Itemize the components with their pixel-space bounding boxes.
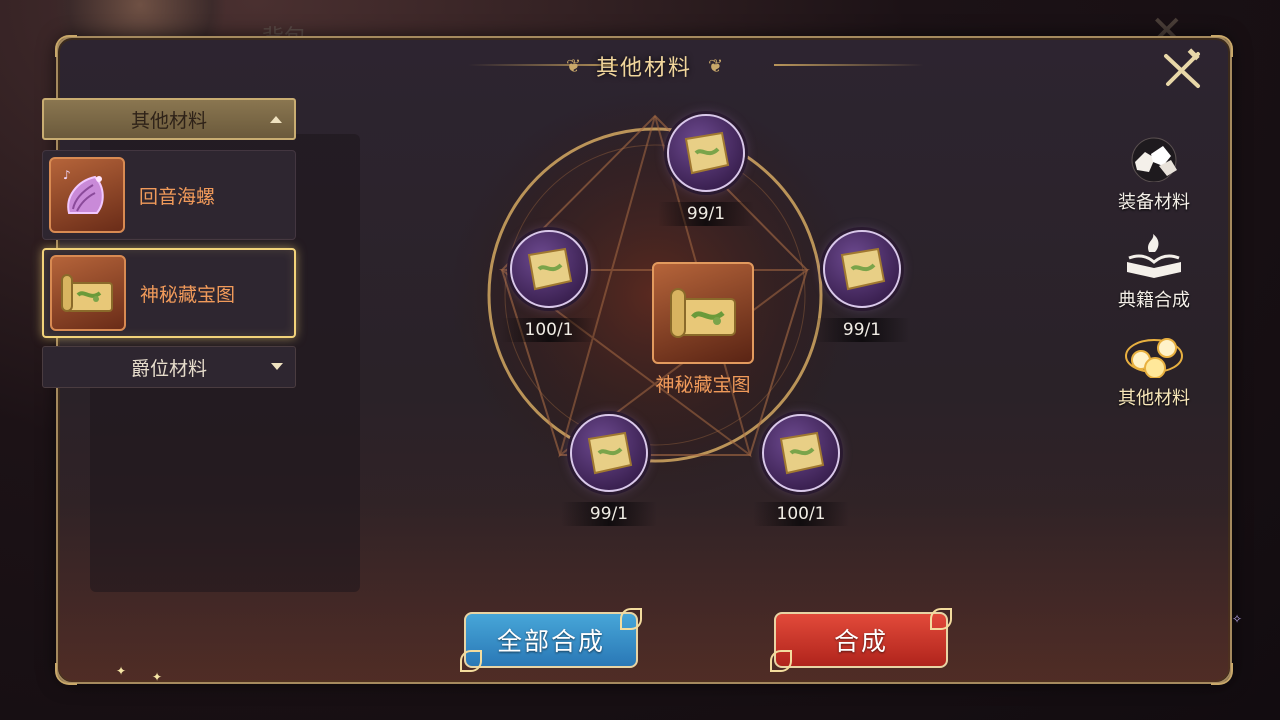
material-count: 99/1 (561, 502, 657, 526)
map-fragment-icon (587, 431, 633, 475)
list-item-label: 神秘藏宝图 (140, 283, 236, 306)
material-count: 100/1 (501, 318, 597, 342)
result-item-slot[interactable] (652, 262, 754, 364)
list-item-label: 回音海螺 (139, 185, 216, 208)
synthesize-label: 合成 (833, 627, 888, 656)
panel-title: 其他材料 (595, 56, 692, 81)
synthesize-all-button[interactable]: 全部合成 (460, 608, 642, 672)
treasure-map-icon (50, 255, 126, 331)
sparkle-icon: ✧ (1232, 612, 1243, 626)
material-count: 99/1 (658, 202, 754, 226)
button-corner-ornament (770, 650, 792, 672)
button-corner-ornament (460, 650, 482, 672)
golden-orbs-icon (1125, 338, 1183, 379)
sparkle-icon: ✦ (116, 664, 127, 678)
close-button[interactable] (1160, 48, 1204, 92)
category-header-label: 爵位材料 (130, 357, 207, 380)
side-tab-equipment-materials[interactable]: 装备材料 (1106, 134, 1202, 214)
material-node-bottom-left[interactable] (570, 414, 648, 492)
svg-text:♪: ♪ (63, 168, 71, 182)
side-tab-classics-synthesis[interactable]: 典籍合成 (1106, 232, 1202, 312)
side-tab-label: 装备材料 (1118, 192, 1190, 213)
category-header-label: 其他材料 (130, 109, 207, 132)
side-tab-label: 其他材料 (1118, 388, 1190, 409)
treasure-map-scroll-icon (670, 288, 736, 338)
expand-arrow-icon (271, 363, 283, 370)
result-item-label: 神秘藏宝图 (655, 374, 751, 396)
open-book-icon (1127, 234, 1181, 278)
ore-chunks-icon (1131, 137, 1177, 183)
button-corner-ornament (930, 608, 952, 630)
material-node-bottom-right[interactable] (762, 414, 840, 492)
collapse-arrow-icon (270, 116, 282, 123)
category-header-rank-materials[interactable]: 爵位材料 (42, 346, 296, 388)
material-node-right[interactable] (823, 230, 901, 308)
material-node-top[interactable] (667, 114, 745, 192)
map-fragment-icon (684, 131, 730, 175)
sparkle-icon: ✦ (152, 670, 163, 684)
category-header-other-materials[interactable]: 其他材料 (42, 98, 296, 140)
material-count: 99/1 (814, 318, 910, 342)
side-tab-other-materials[interactable]: 其他材料 (1106, 330, 1202, 410)
list-item-mysterious-treasure-map[interactable]: 神秘藏宝图 (42, 248, 296, 338)
side-tab-label: 典籍合成 (1118, 290, 1190, 311)
synthesize-button[interactable]: 合成 (770, 608, 952, 672)
crossed-swords-close-icon (1164, 48, 1200, 88)
material-count: 100/1 (753, 502, 849, 526)
title-bar: 其他材料 (58, 50, 1230, 82)
game-screen: 背包 ✕ ❦ ❦ 其他材料 其他材料 (0, 0, 1280, 720)
synthesize-all-label: 全部合成 (496, 627, 605, 656)
conch-shell-icon: ♪ (49, 157, 125, 233)
material-node-left[interactable] (510, 230, 588, 308)
map-fragment-icon (840, 247, 886, 291)
map-fragment-icon (527, 247, 573, 291)
button-corner-ornament (620, 608, 642, 630)
list-item-echo-conch[interactable]: ♪ 回音海螺 (42, 150, 296, 240)
map-fragment-icon (779, 431, 825, 475)
panel-corner-ornament (1211, 663, 1233, 685)
panel-corner-ornament (55, 663, 77, 685)
